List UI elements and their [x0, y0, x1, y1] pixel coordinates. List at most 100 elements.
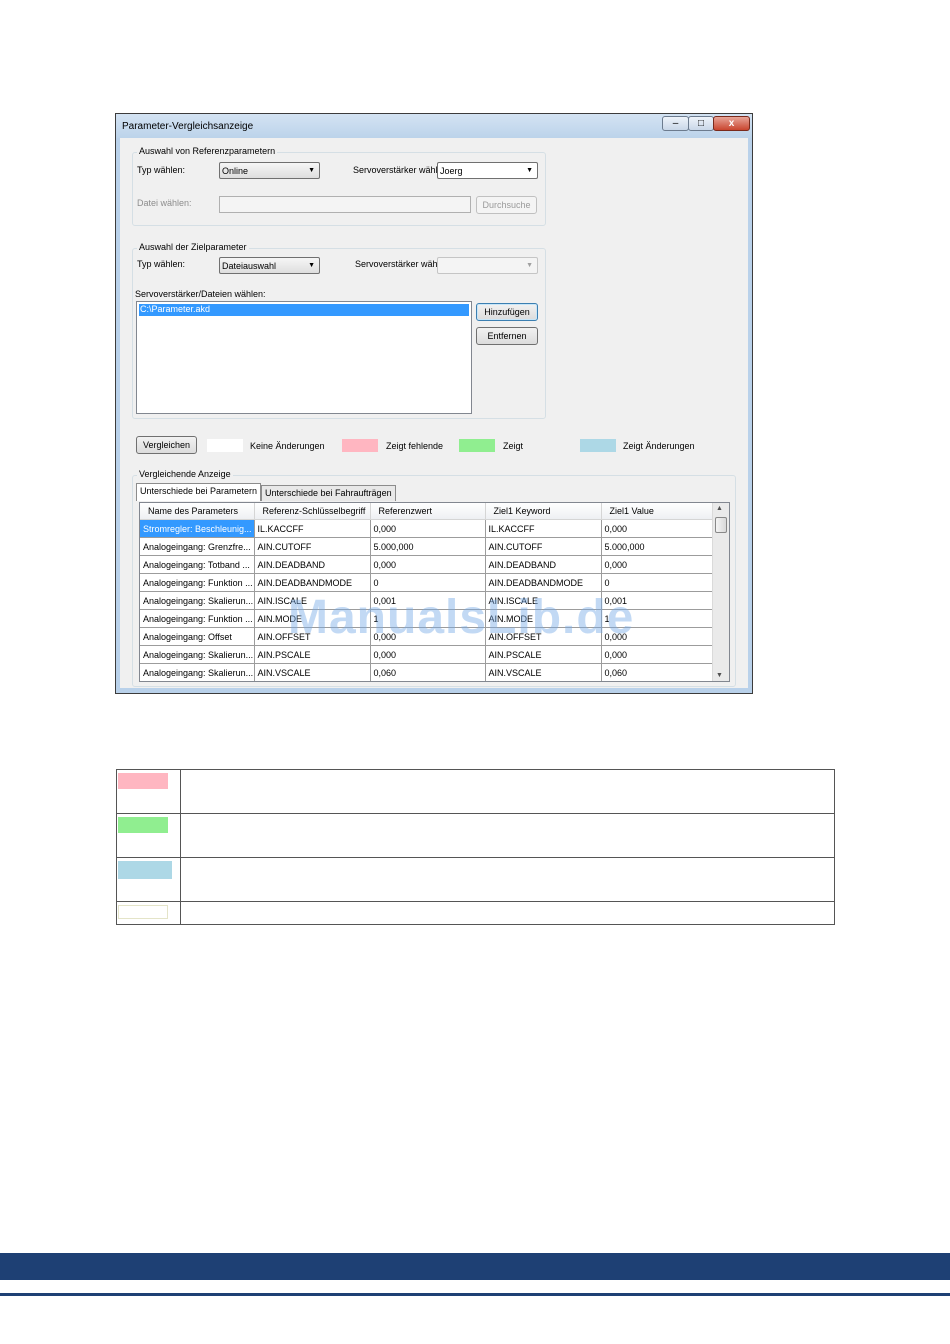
table-row[interactable]: Analogeingang: Skalierun... AIN.VSCALE 0…	[140, 663, 716, 681]
maximize-button[interactable]: □	[688, 116, 714, 131]
add-button[interactable]: Hinzufügen	[476, 303, 538, 321]
reference-servo-label: Servoverstärker wähl	[353, 165, 438, 175]
reference-group-label: Auswahl von Referenzparametern	[137, 146, 278, 156]
table-cell: Analogeingang: Grenzfre...	[140, 537, 255, 556]
legend-swatch-no-changes	[207, 439, 243, 452]
table-cell: 0,000	[601, 519, 716, 538]
footer-bar	[0, 1253, 950, 1280]
scroll-down-icon[interactable]: ▼	[716, 672, 723, 679]
table-cell: Analogeingang: Skalierun...	[140, 591, 255, 610]
legend-label-missing: Zeigt fehlende	[386, 441, 444, 451]
compare-group-label: Vergleichende Anzeige	[137, 469, 233, 479]
legend-label-no-changes: Keine Änderungen	[250, 441, 325, 451]
table-cell: 0,000	[370, 519, 486, 538]
legend-description	[180, 769, 835, 814]
table-row[interactable]: Stromregler: Beschleunig... IL.KACCFF 0,…	[140, 519, 716, 538]
target-group-label: Auswahl der Zielparameter	[137, 242, 249, 252]
table-cell: AIN.PSCALE	[485, 645, 602, 664]
table-cell: 0,000	[601, 555, 716, 574]
table-cell: Analogeingang: Skalierun...	[140, 663, 255, 681]
column-header[interactable]: Ziel1 Keyword	[485, 503, 602, 520]
table-row[interactable]: Analogeingang: Totband ... AIN.DEADBAND …	[140, 555, 716, 574]
column-header[interactable]: Referenzwert	[370, 503, 486, 520]
target-servo-label: Servoverstärker wähl	[355, 259, 440, 269]
list-item-label: C:\Parameter.akd	[140, 304, 211, 314]
legend-label-shows: Zeigt	[503, 441, 524, 451]
chevron-down-icon: ▼	[526, 262, 533, 269]
footer-line	[0, 1293, 950, 1296]
reference-file-input[interactable]	[219, 196, 471, 213]
table-cell: 0,000	[370, 645, 486, 664]
column-header[interactable]: Referenz-Schlüsselbegriff	[254, 503, 371, 520]
table-cell: 5.000,000	[601, 537, 716, 556]
table-cell: 0,000	[601, 645, 716, 664]
vertical-scrollbar[interactable]: ▲ ▼	[712, 503, 729, 681]
tab-strip: Unterschiede bei Parametern Unterschiede…	[136, 483, 736, 503]
legend-swatch-changes	[580, 439, 616, 452]
legend-row-shows	[116, 813, 835, 858]
table-cell: AIN.DEADBANDMODE	[485, 573, 602, 592]
color-legend-table	[116, 769, 835, 925]
close-button[interactable]: x	[713, 116, 750, 131]
table-cell: 0,060	[370, 663, 486, 681]
target-servo-select[interactable]: ▼	[437, 257, 538, 274]
table-row[interactable]: Analogeingang: Skalierun... AIN.PSCALE 0…	[140, 645, 716, 664]
reference-servo-value: Joerg	[440, 166, 463, 176]
browse-button[interactable]: Durchsuche	[476, 196, 537, 214]
table-cell: Stromregler: Beschleunig...	[140, 519, 255, 538]
legend-row-changes	[116, 857, 835, 902]
legend-description	[180, 857, 835, 902]
table-cell: AIN.PSCALE	[254, 645, 371, 664]
table-row[interactable]: Analogeingang: Grenzfre... AIN.CUTOFF 5.…	[140, 537, 716, 556]
title-bar[interactable]: Parameter-Vergleichsanzeige – □ x	[116, 114, 752, 138]
chevron-down-icon: ▼	[526, 167, 533, 174]
window-title: Parameter-Vergleichsanzeige	[122, 121, 254, 132]
legend-color-shows	[118, 817, 168, 833]
tab-motion-task-differences[interactable]: Unterschiede bei Fahraufträgen	[261, 485, 396, 501]
watermark: ManualsLib.de	[288, 591, 635, 644]
table-header-row: Name des Parameters Referenz-Schlüsselbe…	[140, 503, 716, 520]
table-cell: Analogeingang: Totband ...	[140, 555, 255, 574]
list-item[interactable]: C:\Parameter.akd	[139, 304, 469, 316]
table-cell: 0,000	[370, 555, 486, 574]
remove-button[interactable]: Entfernen	[476, 327, 538, 345]
compare-button[interactable]: Vergleichen	[136, 436, 197, 454]
compare-group: Vergleichende Anzeige Unterschiede bei P…	[132, 469, 736, 687]
legend-color-no-changes	[118, 905, 168, 919]
target-files-label: Servoverstärker/Dateien wählen:	[135, 289, 266, 299]
reference-servo-select[interactable]: Joerg ▼	[437, 162, 538, 179]
table-cell: IL.KACCFF	[254, 519, 371, 538]
tab-parameter-differences[interactable]: Unterschiede bei Parametern	[136, 483, 262, 501]
minimize-button[interactable]: –	[662, 116, 689, 131]
table-cell: Analogeingang: Funktion ...	[140, 609, 255, 628]
table-row[interactable]: Analogeingang: Funktion ... AIN.DEADBAND…	[140, 573, 716, 592]
legend-row-missing	[116, 769, 835, 814]
reference-type-select[interactable]: Online ▼	[219, 162, 320, 179]
reference-type-value: Online	[222, 166, 249, 176]
legend-row-no-changes	[116, 901, 835, 925]
target-type-value: Dateiauswahl	[222, 261, 277, 271]
table-cell: 0	[601, 573, 716, 592]
chevron-down-icon: ▼	[308, 167, 315, 174]
target-type-label: Typ wählen:	[137, 259, 186, 269]
table-cell: 0	[370, 573, 486, 592]
target-files-list[interactable]: C:\Parameter.akd	[136, 301, 472, 414]
legend-swatch-shows	[459, 439, 495, 452]
legend-color-missing	[118, 773, 168, 789]
target-group: Auswahl der Zielparameter Typ wählen: Da…	[132, 242, 546, 419]
legend-swatch-missing	[342, 439, 378, 452]
column-header[interactable]: Ziel1 Value	[601, 503, 716, 520]
reference-group: Auswahl von Referenzparametern Typ wähle…	[132, 146, 546, 226]
table-cell: 5.000,000	[370, 537, 486, 556]
table-cell: AIN.DEADBANDMODE	[254, 573, 371, 592]
table-cell: AIN.DEADBAND	[485, 555, 602, 574]
legend-description	[180, 901, 835, 925]
column-header[interactable]: Name des Parameters	[140, 503, 255, 520]
table-cell: AIN.CUTOFF	[485, 537, 602, 556]
scroll-up-icon[interactable]: ▲	[716, 505, 723, 512]
scrollbar-thumb[interactable]	[715, 517, 727, 533]
table-cell: IL.KACCFF	[485, 519, 602, 538]
target-type-select[interactable]: Dateiauswahl ▼	[219, 257, 320, 274]
table-cell: AIN.DEADBAND	[254, 555, 371, 574]
table-cell: Analogeingang: Funktion ...	[140, 573, 255, 592]
